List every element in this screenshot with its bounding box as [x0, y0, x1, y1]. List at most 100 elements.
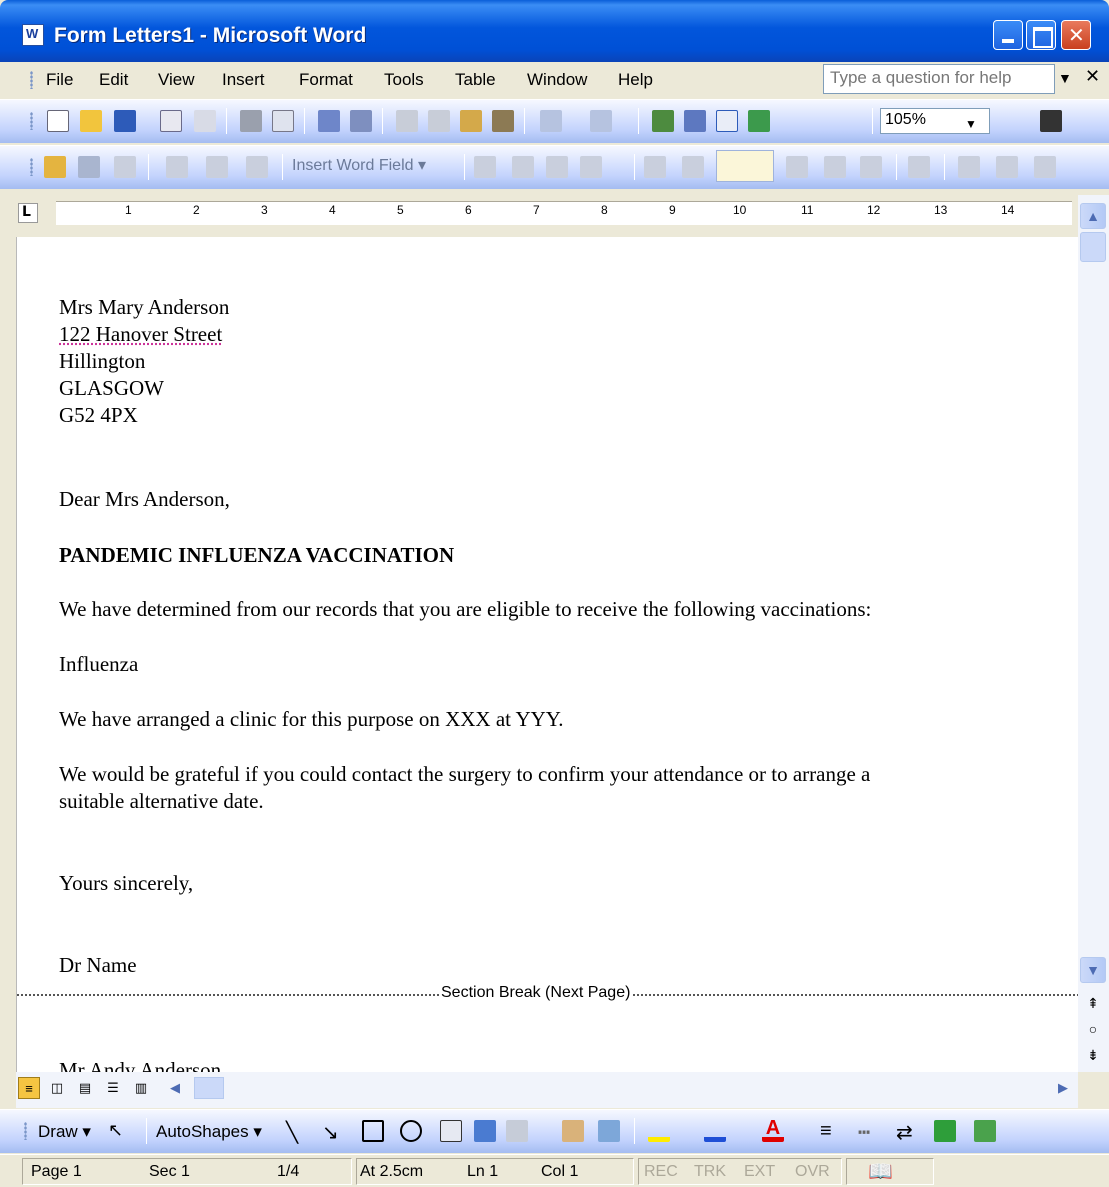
insert-greeting-line-icon[interactable]	[206, 156, 228, 178]
permission-icon[interactable]	[160, 110, 182, 132]
print-layout-view-icon[interactable]: ▤	[74, 1077, 96, 1099]
select-objects-icon[interactable]: ↖	[108, 1120, 130, 1142]
save-icon[interactable]	[114, 110, 136, 132]
vertical-scroll-thumb[interactable]	[1080, 232, 1106, 262]
last-record-icon[interactable]	[824, 156, 846, 178]
autoshapes-menu-button[interactable]: AutoShapes ▾	[156, 1122, 262, 1142]
scroll-left-icon[interactable]: ◀	[164, 1077, 186, 1099]
help-dropdown-icon[interactable]: ▼	[1058, 70, 1072, 86]
clip-art-icon[interactable]	[562, 1120, 584, 1142]
format-painter-icon[interactable]	[492, 110, 514, 132]
previous-page-icon[interactable]: ⇞	[1084, 995, 1102, 1012]
paste-icon[interactable]	[460, 110, 482, 132]
select-browse-object-icon[interactable]: ○	[1084, 1021, 1102, 1037]
zoom-dropdown-icon[interactable]: ▼	[965, 117, 977, 131]
email-icon[interactable]	[194, 110, 216, 132]
open-data-source-icon[interactable]	[78, 156, 100, 178]
menu-tools[interactable]: Tools	[384, 70, 424, 90]
insert-excel-icon[interactable]	[748, 110, 770, 132]
wordart-icon[interactable]	[474, 1120, 496, 1142]
status-rec[interactable]: REC	[644, 1163, 678, 1181]
match-fields-icon[interactable]	[546, 156, 568, 178]
print-icon[interactable]	[240, 110, 262, 132]
horizontal-scroll-thumb[interactable]	[194, 1077, 224, 1099]
go-to-record-input[interactable]	[716, 150, 774, 182]
document-page[interactable]: Mrs Mary Anderson 122 Hanover Street Hil…	[16, 237, 1078, 1072]
menu-grip[interactable]	[30, 71, 33, 89]
shadow-style-icon[interactable]	[934, 1120, 956, 1142]
diagram-icon[interactable]	[506, 1120, 528, 1142]
close-button[interactable]	[1061, 20, 1091, 50]
insert-picture-icon[interactable]	[598, 1120, 620, 1142]
scroll-down-icon[interactable]: ▼	[1080, 957, 1106, 983]
insert-merge-fields-icon[interactable]	[246, 156, 268, 178]
spelling-status-icon[interactable]: 📖	[868, 1159, 893, 1184]
first-record-icon[interactable]	[644, 156, 666, 178]
research-icon[interactable]	[350, 110, 372, 132]
open-folder-icon[interactable]	[80, 110, 102, 132]
line-icon[interactable]: ╲	[286, 1120, 308, 1144]
arrow-style-icon[interactable]: ⇄	[896, 1120, 918, 1144]
menu-insert[interactable]: Insert	[222, 70, 265, 90]
menu-edit[interactable]: Edit	[99, 70, 128, 90]
status-ext[interactable]: EXT	[744, 1163, 775, 1181]
merge-to-email-icon[interactable]	[1034, 156, 1056, 178]
draw-menu-button[interactable]: Draw ▾	[38, 1122, 91, 1142]
toolbar-grip[interactable]	[30, 158, 33, 176]
rectangle-icon[interactable]	[362, 1120, 384, 1142]
horizontal-ruler[interactable]: 1 2 3 4 5 6 7 8 9 10 11 12 13 14	[0, 191, 1078, 237]
normal-view-icon[interactable]: ≡	[18, 1077, 40, 1099]
propagate-labels-icon[interactable]	[580, 156, 602, 178]
merge-to-new-document-icon[interactable]	[958, 156, 980, 178]
ruler-strip[interactable]	[56, 201, 1072, 225]
menu-format[interactable]: Format	[299, 70, 353, 90]
next-record-icon[interactable]	[786, 156, 808, 178]
dash-style-icon[interactable]: ┅	[858, 1120, 880, 1144]
hyperlink-icon[interactable]	[652, 110, 674, 132]
word-app-icon[interactable]	[22, 24, 44, 46]
menu-file[interactable]: File	[46, 70, 73, 90]
highlight-merge-fields-icon[interactable]	[512, 156, 534, 178]
web-layout-view-icon[interactable]: ◫	[46, 1077, 68, 1099]
mail-merge-recipients-icon[interactable]	[114, 156, 136, 178]
find-entry-icon[interactable]	[860, 156, 882, 178]
minimize-button[interactable]	[993, 20, 1023, 50]
insert-word-field-button[interactable]: Insert Word Field ▾	[292, 155, 426, 175]
help-search-input[interactable]: Type a question for help	[823, 64, 1055, 94]
merge-to-printer-icon[interactable]	[996, 156, 1018, 178]
check-errors-icon[interactable]	[908, 156, 930, 178]
toolbar-grip[interactable]	[24, 1122, 27, 1140]
undo-icon[interactable]	[540, 110, 562, 132]
insert-address-block-icon[interactable]	[166, 156, 188, 178]
oval-icon[interactable]	[400, 1120, 422, 1142]
toolbar-grip[interactable]	[30, 112, 33, 130]
copy-icon[interactable]	[428, 110, 450, 132]
new-document-icon[interactable]	[47, 110, 69, 132]
status-ovr[interactable]: OVR	[795, 1163, 830, 1181]
previous-record-icon[interactable]	[682, 156, 704, 178]
tab-selector-icon[interactable]	[18, 203, 38, 223]
menu-help[interactable]: Help	[618, 70, 653, 90]
arrow-icon[interactable]: ↘	[322, 1120, 344, 1144]
scroll-right-icon[interactable]: ▶	[1052, 1077, 1074, 1099]
outline-view-icon[interactable]: ☰	[102, 1077, 124, 1099]
scroll-up-icon[interactable]: ▲	[1080, 203, 1106, 229]
cut-icon[interactable]	[396, 110, 418, 132]
spelling-icon[interactable]	[318, 110, 340, 132]
main-document-setup-icon[interactable]	[44, 156, 66, 178]
status-trk[interactable]: TRK	[694, 1163, 726, 1181]
menu-window[interactable]: Window	[527, 70, 587, 90]
vertical-scrollbar[interactable]: ▲ ▼ ⇞ ○ ⇟	[1078, 195, 1109, 1072]
redo-icon[interactable]	[590, 110, 612, 132]
next-page-icon[interactable]: ⇟	[1084, 1047, 1102, 1064]
reading-layout-view-icon[interactable]: ▥	[130, 1077, 152, 1099]
tables-borders-icon[interactable]	[684, 110, 706, 132]
title-bar[interactable]: Form Letters1 - Microsoft Word	[0, 0, 1109, 62]
document-close-icon[interactable]: ✕	[1085, 66, 1100, 87]
view-merged-data-icon[interactable]	[474, 156, 496, 178]
line-style-icon[interactable]: ≡	[820, 1120, 842, 1142]
read-mode-icon[interactable]	[1040, 110, 1062, 132]
menu-view[interactable]: View	[158, 70, 195, 90]
font-color-icon[interactable]: A	[762, 1118, 784, 1142]
maximize-button[interactable]	[1026, 20, 1056, 50]
